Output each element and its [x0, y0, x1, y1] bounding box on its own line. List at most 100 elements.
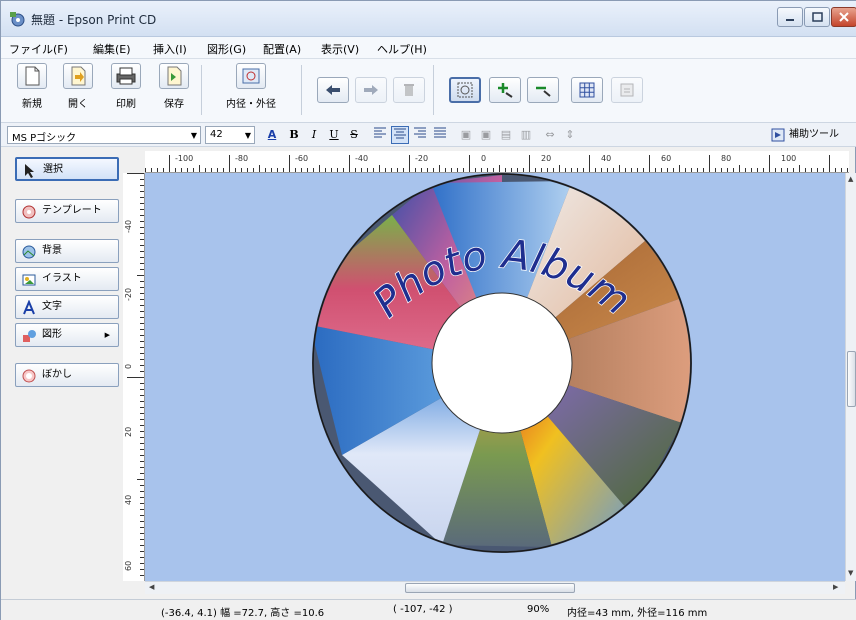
horizontal-scrollbar[interactable]: ◀ ▶	[145, 581, 845, 594]
fit-page-icon	[457, 82, 473, 98]
bring-front-button[interactable]: ▣	[457, 126, 475, 144]
minimize-button[interactable]	[777, 7, 803, 27]
bring-front-icon: ▣	[460, 128, 472, 141]
vertical-scrollbar[interactable]: ▲ ▼	[845, 173, 856, 581]
cd-label-disc[interactable]: Photo Album	[145, 173, 845, 581]
strikethrough-button[interactable]: S	[345, 126, 363, 144]
scroll-down-icon[interactable]: ▼	[848, 569, 853, 577]
underline-button[interactable]: U	[325, 126, 343, 144]
minimize-icon	[786, 19, 794, 21]
flip-horizontal-button[interactable]: ⇔	[541, 126, 559, 144]
print-button-label: 印刷	[116, 99, 136, 110]
menu-file[interactable]: ファイル(F)	[9, 41, 68, 57]
save-button-label: 保存	[164, 99, 184, 110]
undo-button[interactable]	[317, 77, 349, 103]
group-button[interactable]: ▤	[497, 126, 515, 144]
v-ruler-label: -20	[124, 288, 133, 301]
text-icon	[23, 300, 35, 315]
send-back-button[interactable]: ▣	[477, 126, 495, 144]
properties-button[interactable]	[611, 77, 643, 103]
v-ruler-label: 20	[124, 427, 133, 437]
align-right-button[interactable]	[411, 126, 429, 144]
assist-tool-icon	[771, 128, 785, 142]
h-ruler-label: 100	[781, 154, 796, 163]
h-ruler-label: -80	[235, 154, 248, 163]
grid-icon	[579, 82, 595, 98]
illust-tool-button[interactable]: イラスト	[15, 267, 119, 291]
background-tool-button[interactable]: 背景	[15, 239, 119, 263]
blur-icon	[22, 369, 36, 383]
font-color-button[interactable]: A	[263, 126, 281, 144]
zoom-out-button[interactable]	[527, 77, 559, 103]
font-color-icon: A	[267, 128, 277, 141]
h-ruler-label: -100	[175, 154, 193, 163]
flip-horizontal-icon: ⇔	[545, 128, 555, 141]
delete-button[interactable]	[393, 77, 425, 103]
menu-shape[interactable]: 図形(G)	[207, 41, 246, 57]
menu-arrange[interactable]: 配置(A)	[263, 41, 301, 57]
font-size-select[interactable]: 42 ▼	[205, 126, 255, 144]
diameter-button-label: 内径・外径	[226, 99, 276, 110]
menu-view[interactable]: 表示(V)	[321, 41, 359, 57]
select-tool-label: 選択	[43, 164, 63, 175]
printer-icon	[116, 67, 136, 85]
grid-button[interactable]	[571, 77, 603, 103]
horizontal-scroll-thumb[interactable]	[405, 583, 575, 593]
vertical-scroll-thumb[interactable]	[847, 351, 856, 407]
bold-button[interactable]: B	[285, 126, 303, 144]
template-icon	[22, 205, 36, 219]
v-ruler-label: 0	[124, 364, 133, 369]
flip-vertical-button[interactable]: ⇕	[561, 126, 579, 144]
v-ruler-label: -40	[124, 220, 133, 233]
pointer-icon	[25, 164, 34, 178]
shape-tool-button[interactable]: 図形 ▶	[15, 323, 119, 347]
maximize-icon	[812, 12, 823, 22]
save-icon	[167, 66, 182, 86]
ungroup-icon: ▥	[520, 128, 532, 141]
close-button[interactable]	[831, 7, 856, 27]
blur-tool-button[interactable]: ぼかし	[15, 363, 119, 387]
ungroup-button[interactable]: ▥	[517, 126, 535, 144]
background-tool-label: 背景	[42, 245, 62, 256]
open-button[interactable]: 開く	[59, 63, 97, 117]
send-back-icon: ▣	[480, 128, 492, 141]
redo-button[interactable]	[355, 77, 387, 103]
template-tool-button[interactable]: テンプレート	[15, 199, 119, 223]
properties-icon	[620, 83, 634, 97]
h-ruler-label: 40	[601, 154, 611, 163]
print-button[interactable]: 印刷	[107, 63, 145, 117]
scroll-up-icon[interactable]: ▲	[848, 175, 853, 183]
zoom-level: 90%	[527, 604, 550, 615]
zoom-in-icon	[498, 83, 513, 98]
diameter-button[interactable]: 内径・外径	[221, 63, 281, 117]
assist-tool-label: 補助ツール	[789, 129, 839, 140]
group-icon: ▤	[500, 128, 512, 141]
trash-icon	[404, 84, 414, 96]
disc-center-hole	[431, 292, 573, 434]
select-tool-button[interactable]: 選択	[15, 157, 119, 181]
italic-button[interactable]: I	[305, 126, 323, 144]
align-center-button[interactable]	[391, 126, 409, 144]
v-ruler-label: 40	[124, 495, 133, 505]
h-ruler-label: 0	[481, 154, 486, 163]
justify-button[interactable]	[431, 126, 449, 144]
cursor-position: ( -107, -42 )	[393, 604, 453, 615]
fit-page-button[interactable]	[449, 77, 481, 103]
h-ruler-label: 20	[541, 154, 551, 163]
new-button[interactable]: 新規	[13, 63, 51, 117]
chevron-right-icon: ▶	[104, 331, 110, 339]
align-left-button[interactable]	[371, 126, 389, 144]
design-canvas[interactable]: Photo Album	[145, 173, 845, 581]
font-name-select[interactable]: MS Pゴシック ▼	[7, 126, 201, 144]
text-tool-button[interactable]: 文字	[15, 295, 119, 319]
menu-insert[interactable]: 挿入(I)	[153, 41, 187, 57]
save-button[interactable]: 保存	[155, 63, 193, 117]
scroll-left-icon[interactable]: ◀	[149, 583, 154, 591]
scroll-right-icon[interactable]: ▶	[833, 583, 838, 591]
maximize-button[interactable]	[804, 7, 830, 27]
zoom-in-button[interactable]	[489, 77, 521, 103]
menu-edit[interactable]: 編集(E)	[93, 41, 131, 57]
assist-tool-button[interactable]: 補助ツール	[769, 126, 855, 144]
menu-help[interactable]: ヘルプ(H)	[377, 41, 427, 57]
h-ruler-label: -60	[295, 154, 308, 163]
